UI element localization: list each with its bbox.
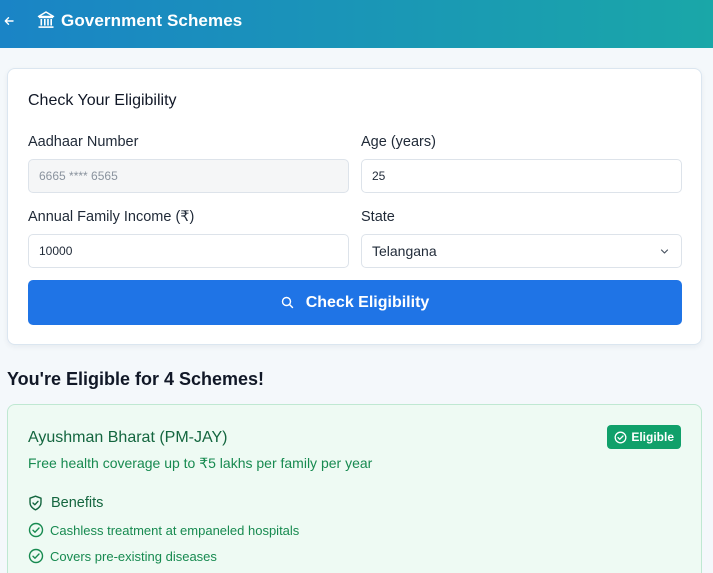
back-button[interactable]: [2, 13, 16, 31]
scheme-name: Ayushman Bharat (PM-JAY): [28, 429, 228, 446]
age-label: Age (years): [361, 134, 436, 150]
chevron-down-icon: [660, 249, 669, 254]
check-eligibility-label: Check Eligibility: [305, 293, 430, 311]
aadhaar-input[interactable]: [28, 159, 349, 193]
arrow-left-icon: [4, 17, 14, 25]
form-title: Check Your Eligibility: [28, 92, 177, 109]
app-header: Government Schemes: [0, 0, 713, 48]
benefits-heading: Benefits: [28, 495, 103, 511]
benefit-text: Covers pre-existing diseases: [50, 548, 217, 564]
scheme-description: Free health coverage up to ₹5 lakhs per …: [28, 455, 373, 471]
income-label: Annual Family Income (₹): [28, 209, 195, 225]
eligibility-form-card: Check Your Eligibility Aadhaar Number Ag…: [7, 68, 702, 345]
state-label: State: [361, 209, 395, 225]
check-circle-icon: [614, 431, 627, 443]
age-input[interactable]: [361, 159, 682, 193]
state-select-value: Telangana: [372, 243, 437, 259]
page-title: Government Schemes: [61, 11, 243, 30]
scheme-card[interactable]: Ayushman Bharat (PM-JAY) Free health cov…: [7, 404, 702, 573]
results-heading: You're Eligible for 4 Schemes!: [7, 369, 265, 389]
search-icon: [281, 296, 293, 309]
benefits-label: Benefits: [51, 495, 104, 511]
state-select[interactable]: Telangana: [361, 234, 682, 268]
bank-icon: [37, 11, 55, 28]
check-circle-icon: [28, 548, 44, 564]
eligible-badge: Eligible: [607, 425, 681, 449]
income-input[interactable]: [28, 234, 349, 268]
check-eligibility-button[interactable]: Check Eligibility: [28, 280, 682, 325]
aadhaar-label: Aadhaar Number: [28, 134, 139, 150]
benefit-text: Cashless treatment at empaneled hospital…: [50, 522, 300, 538]
shield-icon: [29, 495, 42, 511]
eligible-badge-label: Eligible: [631, 430, 674, 444]
benefit-item: Cashless treatment at empaneled hospital…: [28, 522, 299, 538]
check-circle-icon: [28, 522, 44, 538]
benefit-item: Covers pre-existing diseases: [28, 548, 217, 564]
